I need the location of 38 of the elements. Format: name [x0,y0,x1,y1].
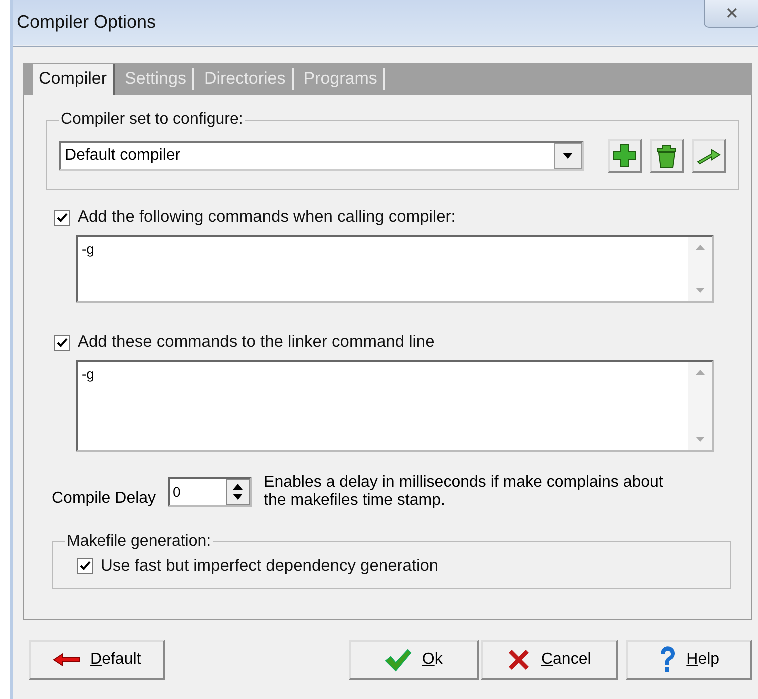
cancel-button[interactable]: Cancel [480,640,618,680]
window-title: Compiler Options [17,12,156,33]
question-icon [658,646,677,674]
delete-button[interactable] [650,139,684,173]
arrow-icon [696,147,722,165]
checkbox[interactable] [54,210,70,226]
cross-icon [507,648,532,672]
plus-icon [613,144,637,168]
scroll-down-icon [696,437,704,442]
scroll-down-icon [696,288,704,293]
hint-text: Enables a delay in milliseconds if make complains about the makefiles time stamp. [264,474,664,511]
trash-icon [657,143,677,169]
field-label: Compile Delay [52,490,156,508]
add-button[interactable] [608,139,642,173]
default-button[interactable]: Default [29,640,165,680]
checkbox-label: Add the following commands when calling compiler: [78,208,456,227]
group-label: Makefile generation: [66,532,212,551]
checkmark-icon [384,648,412,672]
arrow-left-icon [52,653,81,667]
scroll-up-icon [696,245,704,250]
caret-icon [563,153,573,159]
close-button[interactable]: ✕ [704,0,758,28]
scroll-up-icon [696,370,704,375]
linker-commands-field[interactable]: -g [76,360,714,452]
compiler-commands-field[interactable]: -g [76,235,714,303]
ok-button[interactable]: Ok [348,640,478,680]
compiler-dropdown[interactable]: Default compiler [59,141,584,171]
help-button[interactable]: Help [626,640,752,680]
rename-button[interactable] [692,139,726,173]
checkbox-label: Use fast but imperfect dependency generation [101,556,439,576]
checkbox[interactable] [54,334,70,350]
group-label: Compiler set to configure: [60,111,244,129]
checkbox-label: Add these commands to the linker command line [78,333,435,352]
checkbox[interactable] [77,558,93,574]
spin-arrows-icon [233,483,244,502]
delay-spinner[interactable]: 0 [168,477,252,508]
dropdown-button[interactable] [554,143,582,169]
tab[interactable]: Compiler [33,64,116,95]
